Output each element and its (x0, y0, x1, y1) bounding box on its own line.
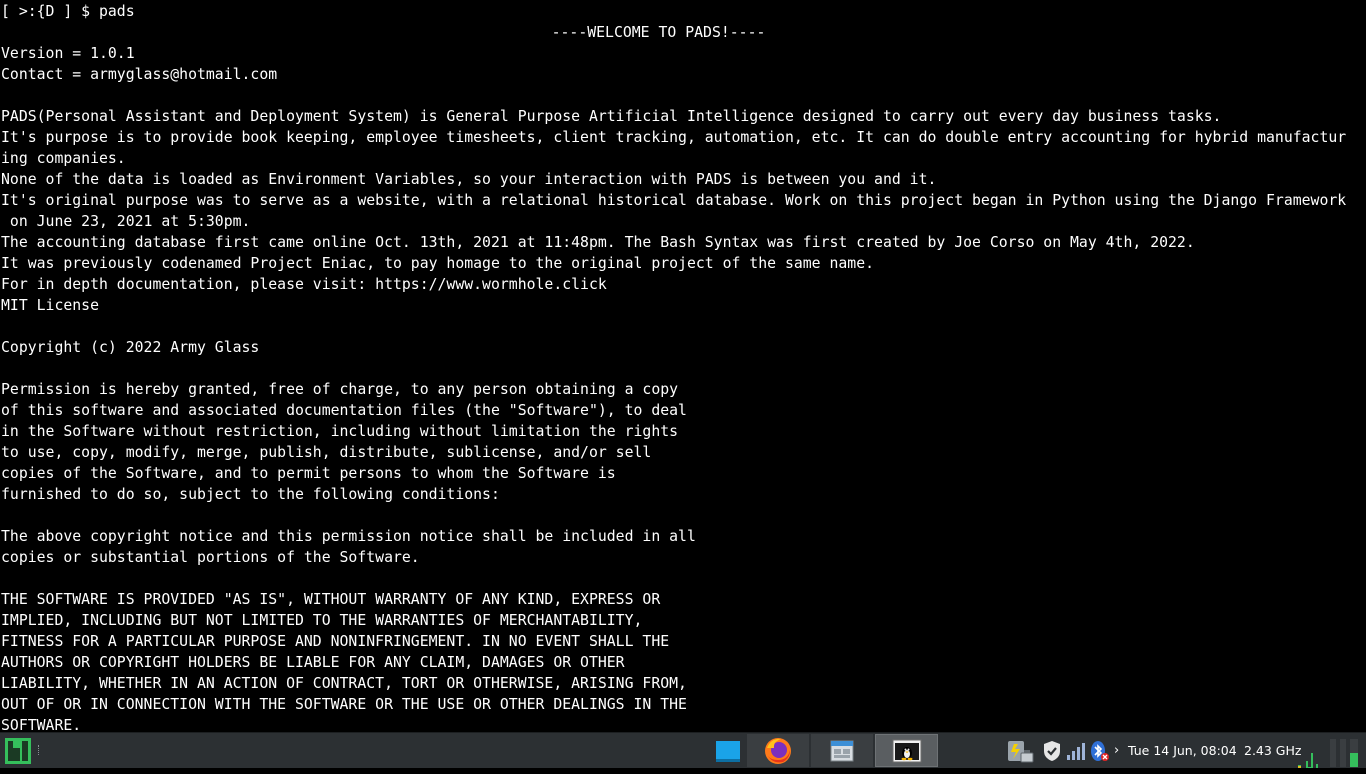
clock[interactable]: Tue 14 Jun, 08:04 (1128, 733, 1237, 768)
terminal-output-line: It's purpose is to provide book keeping,… (1, 129, 1347, 146)
terminal-output-line: For in depth documentation, please visit… (1, 276, 607, 293)
terminal-output-line: Permission is hereby granted, free of ch… (1, 381, 679, 398)
file-manager-icon[interactable] (811, 734, 873, 767)
shield-icon[interactable] (1040, 739, 1064, 763)
terminal-output-line: AUTHORS OR COPYRIGHT HOLDERS BE LIABLE F… (1, 654, 625, 671)
terminal-output-line: IMPLIED, INCLUDING BUT NOT LIMITED TO TH… (1, 612, 643, 629)
terminal-prompt-line: [ >:{D ] $ pads (1, 3, 135, 20)
terminal-output-line: on June 23, 2021 at 5:30pm. (1, 213, 251, 230)
terminal-output-line: of this software and associated document… (1, 402, 687, 419)
manjaro-logo-icon[interactable] (4, 737, 32, 765)
terminal-output-line: THE SOFTWARE IS PROVIDED "AS IS", WITHOU… (1, 591, 661, 608)
firefox-icon[interactable] (747, 734, 809, 767)
bluetooth-icon[interactable] (1087, 739, 1111, 763)
terminal-output-line: SOFTWARE. (1, 717, 82, 732)
terminal-output-line: MIT License (1, 297, 99, 314)
terminal-icon[interactable] (875, 734, 938, 767)
terminal-output-line: FITNESS FOR A PARTICULAR PURPOSE AND NON… (1, 633, 670, 650)
terminal-window[interactable]: [ >:{D ] $ pads ----WELCOME TO PADS!---- V… (0, 0, 1366, 732)
power-manager-icon[interactable] (1006, 739, 1036, 763)
terminal-output-line: copies of the Software, and to permit pe… (1, 465, 616, 482)
memory-bar-icon (1330, 739, 1338, 767)
swap-bar-icon (1340, 739, 1348, 767)
terminal-output-line: LIABILITY, WHETHER IN AN ACTION OF CONTR… (1, 675, 687, 692)
cpu-graph-icon[interactable] (1294, 739, 1324, 768)
terminal-output-line: Contact = armyglass@hotmail.com (1, 66, 278, 83)
terminal-output-line: The accounting database first came onlin… (1, 234, 1195, 251)
terminal-output-line: PADS(Personal Assistant and Deployment S… (1, 108, 1222, 125)
terminal-output-line: The above copyright notice and this perm… (1, 528, 696, 545)
cpu-frequency: 2.43 GHz (1244, 743, 1302, 758)
terminal-output-line: in the Software without restriction, inc… (1, 423, 679, 440)
network-signal-icon[interactable] (1064, 739, 1088, 763)
terminal-output-line: It was previously codenamed Project Enia… (1, 255, 875, 272)
terminal-output-line: None of the data is loaded as Environmen… (1, 171, 937, 188)
terminal-output-line: furnished to do so, subject to the follo… (1, 486, 500, 503)
terminal-output-line: copies or substantial portions of the So… (1, 549, 420, 566)
terminal-output-line: Copyright (c) 2022 Army Glass (1, 339, 260, 356)
terminal-output-line: to use, copy, modify, merge, publish, di… (1, 444, 652, 461)
panel-handle[interactable] (38, 745, 41, 755)
terminal-output-line: ing companies. (1, 150, 126, 167)
terminal-output-line: OUT OF OR IN CONNECTION WITH THE SOFTWAR… (1, 696, 687, 713)
terminal-output-line: It's original purpose was to serve as a … (1, 192, 1347, 209)
terminal-output-line: Version = 1.0.1 (1, 45, 135, 62)
desktop-icon[interactable] (711, 734, 745, 767)
terminal-output-line: ----WELCOME TO PADS!---- (551, 24, 766, 41)
battery-icon (1350, 739, 1360, 767)
tray-expand-chevron[interactable]: › (1114, 733, 1119, 768)
taskbar: › Tue 14 Jun, 08:04 2.43 GHz (0, 732, 1366, 768)
